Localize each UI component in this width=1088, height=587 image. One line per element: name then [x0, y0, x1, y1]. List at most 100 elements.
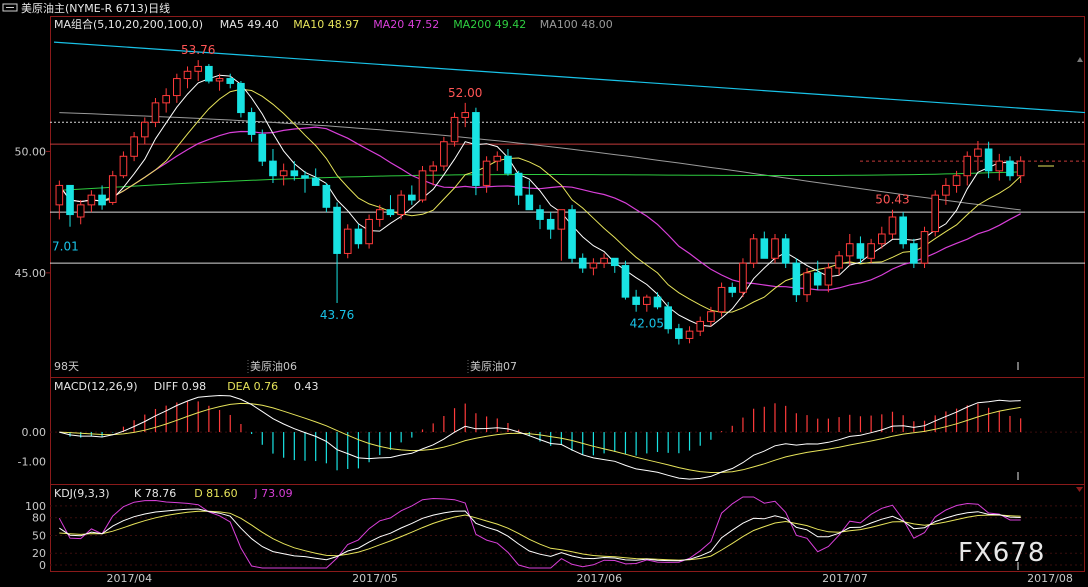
candle-body [781, 238, 790, 264]
legend-entry: MACD(12,26,9) [54, 380, 138, 393]
candle [632, 289, 640, 312]
candle-body [440, 141, 448, 167]
candle [835, 251, 843, 276]
legend-entry: 0.43 [294, 380, 319, 393]
candle [461, 102, 470, 128]
candle [760, 231, 769, 259]
price-y-axis: 50.00 45.00 [15, 145, 51, 280]
candle-body [1016, 160, 1025, 177]
candle-body [418, 170, 427, 201]
candle-body [429, 165, 437, 172]
scroll-up-icon[interactable] [1077, 57, 1083, 62]
candle [803, 268, 811, 302]
candle-body [920, 231, 929, 264]
candle-body [867, 243, 875, 259]
candle [472, 107, 480, 196]
candle-body [108, 175, 117, 203]
candle-body [397, 194, 405, 216]
candle [568, 204, 576, 264]
candle [162, 88, 170, 113]
candle [621, 260, 630, 300]
candle-body [717, 286, 726, 313]
price-tick-label: 50.00 [15, 145, 47, 158]
candle-body [333, 206, 341, 254]
candle [354, 224, 363, 249]
candle [963, 151, 972, 186]
candle [557, 209, 566, 261]
candle-body [995, 160, 1004, 172]
scroll-right-icon[interactable] [1076, 487, 1083, 492]
candle-body [963, 155, 972, 177]
candle-body [183, 70, 192, 80]
candle-body [685, 330, 694, 339]
candle-body [707, 311, 715, 322]
candle-body [55, 184, 64, 206]
macd-tick-label: -1.00 [18, 455, 46, 468]
candle-body [813, 272, 822, 286]
candle-body [76, 204, 85, 218]
candle [696, 316, 705, 336]
candle [429, 161, 437, 186]
candle [418, 166, 427, 203]
candle [867, 238, 875, 264]
candle-body [600, 257, 608, 264]
candle-body [258, 133, 267, 162]
candle-body [803, 272, 811, 296]
legend-entry: KDJ(9,3,3) [54, 487, 110, 500]
candle [707, 306, 715, 327]
candle-body [653, 296, 662, 308]
candle [504, 149, 512, 176]
candle-body [365, 218, 373, 245]
candle [119, 151, 128, 179]
candle [653, 292, 662, 310]
candle-body [226, 78, 235, 84]
candle-body [1006, 160, 1014, 177]
candle [66, 184, 74, 227]
candle [194, 60, 203, 81]
candle-body [675, 328, 683, 339]
watermark: FX678 [958, 538, 1045, 568]
kdj-y-axis: 1008050200 [25, 500, 46, 572]
candle-body [482, 160, 491, 186]
candle [450, 112, 459, 147]
candle [899, 212, 907, 249]
candle-body [546, 218, 555, 230]
contract-label: 美原油06 [250, 359, 297, 373]
candle [578, 253, 587, 273]
candle [600, 253, 608, 268]
candle-body [98, 194, 106, 206]
legend-entry: MA200 49.42 [453, 18, 526, 31]
candle-body [472, 112, 480, 186]
candle [910, 238, 918, 268]
candle [322, 183, 331, 213]
candle-body [643, 296, 651, 305]
candle [301, 170, 309, 193]
candle-body [66, 184, 74, 216]
date-tick-label: 2017/05 [352, 572, 398, 585]
candle-body [984, 148, 993, 172]
candle-body [311, 177, 320, 186]
candle-body [771, 238, 779, 259]
candle-body [525, 194, 534, 211]
candle [824, 263, 833, 293]
candle-body [408, 194, 416, 201]
candle-body [493, 155, 502, 162]
candle [813, 260, 822, 290]
candle-body [792, 262, 801, 296]
date-tick-label: 2017/06 [576, 572, 622, 585]
contract-label: 美原油07 [470, 359, 517, 373]
candle [397, 190, 405, 220]
candle [87, 190, 96, 213]
candle [856, 236, 865, 264]
legend-entry: K 78.76 [134, 487, 176, 500]
candle [728, 282, 737, 298]
candle [365, 214, 373, 249]
candle [995, 153, 1004, 181]
legend-entry: D 81.60 [194, 487, 237, 500]
candle-body [824, 267, 833, 286]
candle [749, 234, 758, 268]
macd-tick-label: 0.00 [22, 426, 47, 439]
futures-chart[interactable]: 美原油主(NYME-R 6713)日线 53.76 43.76 52.00 42.05… [0, 0, 1088, 587]
low-price-label: 42.05 [630, 317, 664, 331]
high-price-label: 50.43 [875, 193, 909, 207]
